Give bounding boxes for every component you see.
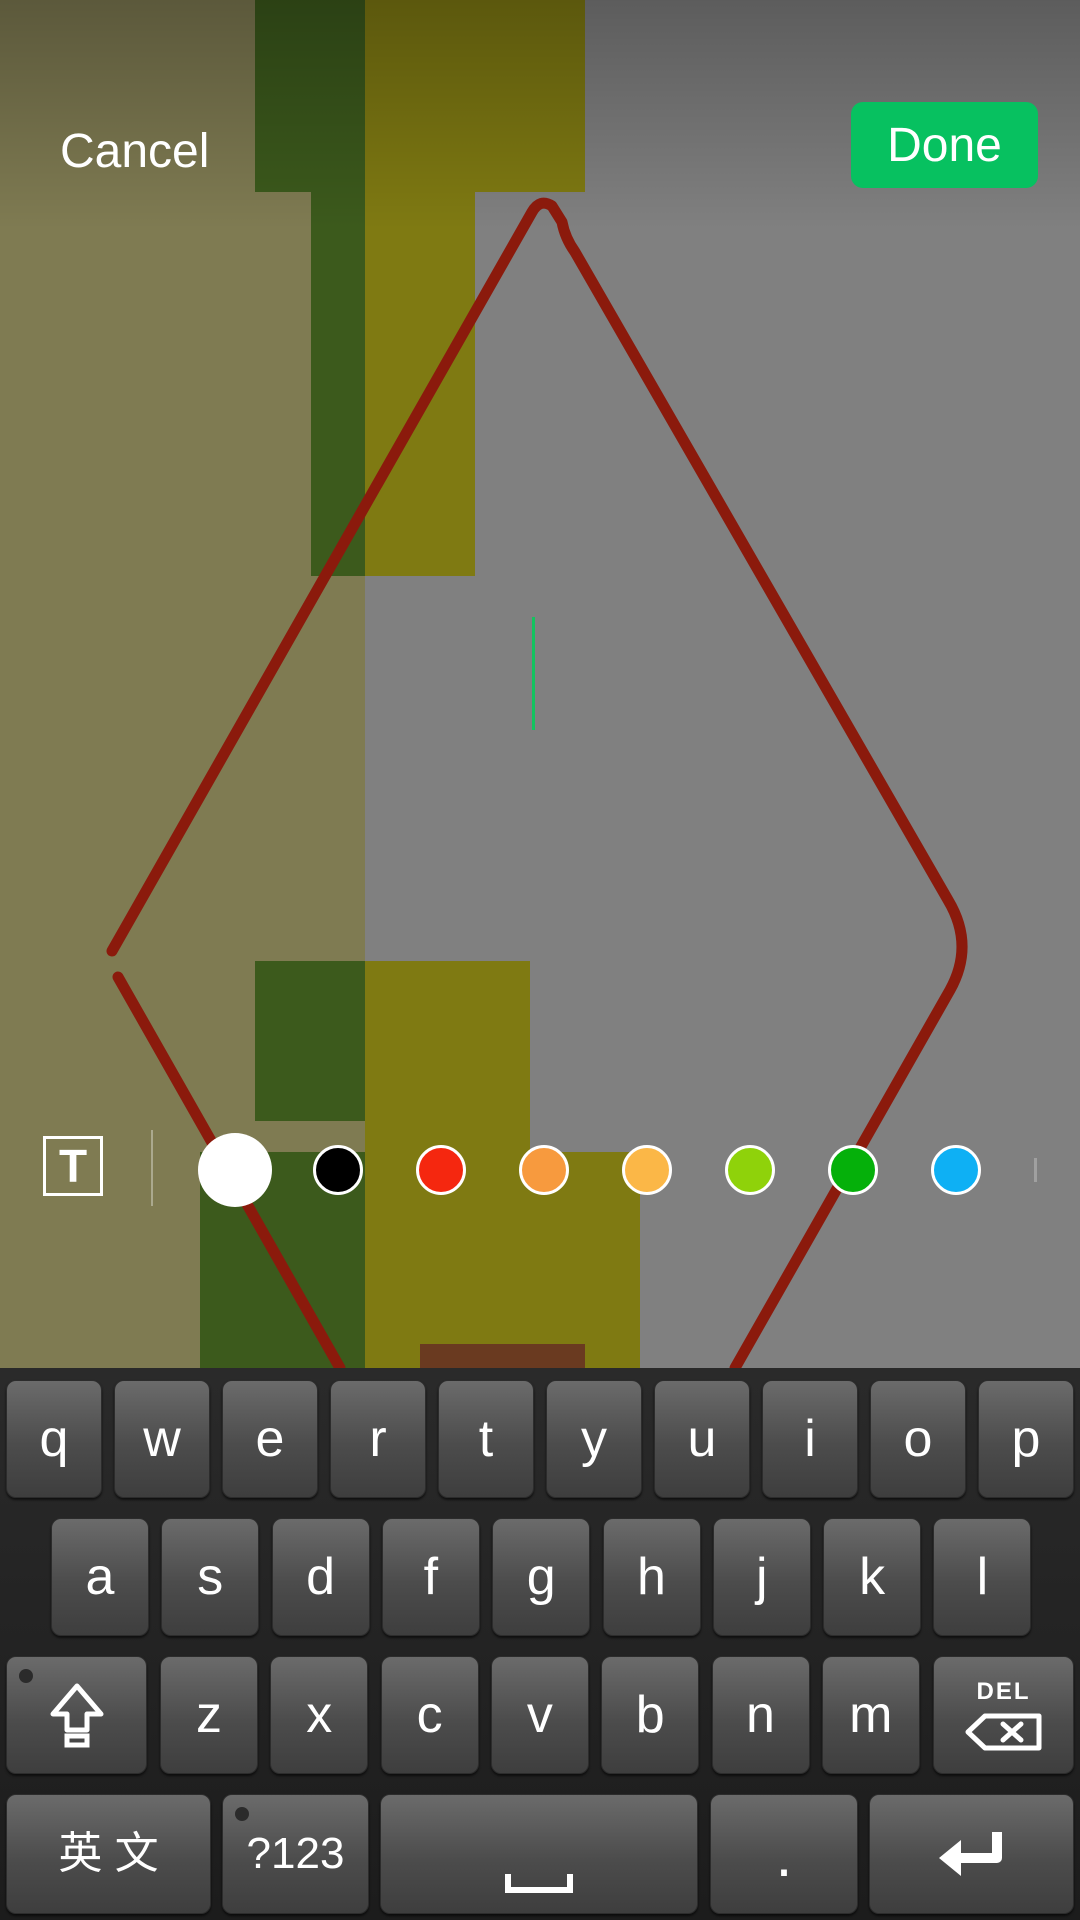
language-switch-key[interactable]: 英 文 <box>6 1794 211 1914</box>
key-label: t <box>478 1410 494 1468</box>
key-r[interactable]: r <box>330 1380 426 1498</box>
key-label: k <box>859 1548 886 1606</box>
key-label: w <box>143 1410 181 1468</box>
key-p[interactable]: p <box>978 1380 1074 1498</box>
key-label: y <box>581 1410 607 1468</box>
key-label: g <box>526 1548 556 1606</box>
key-e[interactable]: e <box>222 1380 318 1498</box>
key-v[interactable]: v <box>490 1656 589 1774</box>
key-label: h <box>637 1548 666 1606</box>
toolbar-divider <box>151 1130 153 1206</box>
space-bar-icon <box>505 1874 573 1893</box>
shift-arrow-icon <box>50 1683 103 1748</box>
color-swatch-amber[interactable] <box>622 1145 672 1195</box>
language-switch-label: 英 文 <box>58 1829 159 1878</box>
color-swatch-black[interactable] <box>313 1145 363 1195</box>
key-label: o <box>903 1410 933 1468</box>
key-t[interactable]: t <box>438 1380 534 1498</box>
key-n[interactable]: n <box>711 1656 810 1774</box>
key-label: s <box>197 1548 224 1606</box>
key-s[interactable]: s <box>161 1518 260 1636</box>
soft-keyboard: DEL 英 文 ?123 · q w e r t y u i o p a s d f g h j k l z x c v b n… <box>0 1368 1080 1920</box>
key-g[interactable]: g <box>492 1518 591 1636</box>
key-f[interactable]: f <box>381 1518 480 1636</box>
delete-key[interactable]: DEL <box>933 1656 1074 1774</box>
key-label: e <box>255 1410 285 1468</box>
key-label: b <box>635 1686 665 1744</box>
key-w[interactable]: w <box>114 1380 210 1498</box>
done-button[interactable]: Done <box>851 102 1038 188</box>
key-label: i <box>804 1410 816 1468</box>
key-o[interactable]: o <box>870 1380 966 1498</box>
key-label: r <box>369 1410 387 1468</box>
key-m[interactable]: m <box>821 1656 920 1774</box>
toolbar-scroll-edge <box>1034 1158 1037 1182</box>
cancel-button[interactable]: Cancel <box>60 124 209 179</box>
color-swatch-green[interactable] <box>828 1145 878 1195</box>
key-label: d <box>306 1548 336 1606</box>
key-j[interactable]: j <box>712 1518 811 1636</box>
key-label: m <box>849 1686 893 1744</box>
key-l[interactable]: l <box>933 1518 1032 1636</box>
color-toolbar: T <box>0 1120 1080 1220</box>
shift-indicator-dot <box>19 1669 33 1683</box>
symbols-label: ?123 <box>246 1829 345 1878</box>
backspace-icon <box>965 1713 1041 1751</box>
key-d[interactable]: d <box>271 1518 370 1636</box>
key-label: f <box>423 1548 439 1606</box>
text-tool-icon[interactable]: T <box>43 1136 103 1196</box>
key-label: z <box>196 1686 222 1744</box>
key-label: n <box>746 1686 775 1744</box>
key-label: q <box>39 1410 69 1468</box>
key-label: l <box>976 1548 989 1606</box>
key-u[interactable]: u <box>654 1380 750 1498</box>
key-i[interactable]: i <box>762 1380 858 1498</box>
key-k[interactable]: k <box>823 1518 922 1636</box>
key-h[interactable]: h <box>602 1518 701 1636</box>
key-z[interactable]: z <box>160 1656 258 1774</box>
color-swatch-orange[interactable] <box>519 1145 569 1195</box>
key-c[interactable]: c <box>380 1656 479 1774</box>
key-a[interactable]: a <box>51 1518 149 1636</box>
color-swatch-yellow-green[interactable] <box>725 1145 775 1195</box>
key-y[interactable]: y <box>546 1380 642 1498</box>
key-label: v <box>526 1686 553 1744</box>
text-tool-glyph: T <box>58 1140 88 1192</box>
key-label: u <box>687 1410 717 1468</box>
enter-return-icon <box>938 1832 1002 1876</box>
color-swatch-white[interactable] <box>198 1133 272 1207</box>
delete-label: DEL <box>976 1678 1031 1705</box>
text-cursor <box>532 617 535 730</box>
color-swatch-red[interactable] <box>416 1145 466 1195</box>
key-x[interactable]: x <box>270 1656 369 1774</box>
key-label: x <box>306 1686 333 1744</box>
key-q[interactable]: q <box>6 1380 102 1498</box>
key-label: c <box>416 1686 443 1744</box>
key-label: j <box>756 1548 768 1606</box>
key-b[interactable]: b <box>601 1656 700 1774</box>
period-key[interactable]: · <box>710 1794 858 1914</box>
key-label: a <box>85 1548 115 1606</box>
period-label: · <box>774 1835 794 1902</box>
symbols-key[interactable]: ?123 <box>222 1794 369 1914</box>
key-label: p <box>1011 1410 1041 1468</box>
symbols-indicator-dot <box>235 1807 249 1821</box>
color-swatch-blue[interactable] <box>931 1145 981 1195</box>
shift-key[interactable] <box>6 1656 147 1774</box>
enter-key[interactable] <box>869 1794 1074 1914</box>
space-key[interactable] <box>380 1794 698 1914</box>
